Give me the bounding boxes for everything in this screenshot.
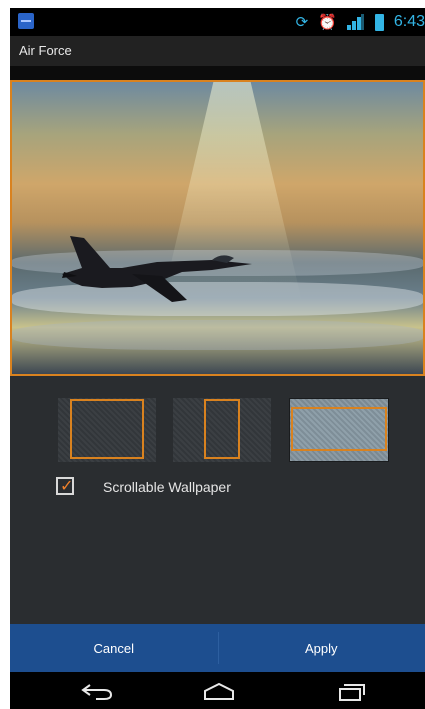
status-icons: ⟳ ⏰ 6:43 [296, 8, 425, 36]
sync-icon: ⟳ [295, 13, 309, 31]
home-icon[interactable] [202, 681, 236, 701]
status-bar: ⟳ ⏰ 6:43 [10, 8, 425, 36]
cancel-button[interactable]: Cancel [10, 624, 218, 672]
crop-frame [70, 399, 144, 459]
thumbnail-crop-wide[interactable] [289, 398, 389, 462]
recents-icon[interactable] [332, 681, 366, 701]
wallpaper-preview[interactable] [10, 80, 425, 376]
scrollable-wallpaper-label[interactable]: Scrollable Wallpaper [103, 479, 231, 495]
title-divider [10, 66, 425, 80]
crop-frame [291, 407, 387, 451]
page-title: Air Force [19, 43, 72, 58]
navigation-bar [10, 672, 425, 709]
apply-button[interactable]: Apply [217, 624, 425, 672]
battery-icon [374, 13, 384, 31]
fighter-jet-image [62, 236, 252, 302]
title-bar: Air Force [10, 36, 425, 66]
button-bar: Cancel Apply [10, 624, 425, 672]
back-icon[interactable] [80, 681, 114, 701]
checkmark-icon: ✓ [60, 476, 74, 495]
signal-icon [346, 14, 365, 30]
alarm-icon: ⏰ [318, 13, 337, 31]
status-time: 6:43 [393, 13, 425, 30]
app-notification-icon [18, 13, 34, 29]
scrollable-checkbox[interactable]: ✓ [56, 476, 74, 495]
thumbnail-crop-center[interactable] [173, 398, 271, 462]
crop-frame [204, 399, 240, 459]
device-screen: ⟳ ⏰ 6:43 Air Force ✓ Scrollable Wallpape… [10, 8, 425, 709]
cloud-layer [12, 320, 423, 350]
options-panel: ✓ Scrollable Wallpaper [10, 376, 425, 624]
thumbnail-crop-left[interactable] [58, 398, 156, 462]
